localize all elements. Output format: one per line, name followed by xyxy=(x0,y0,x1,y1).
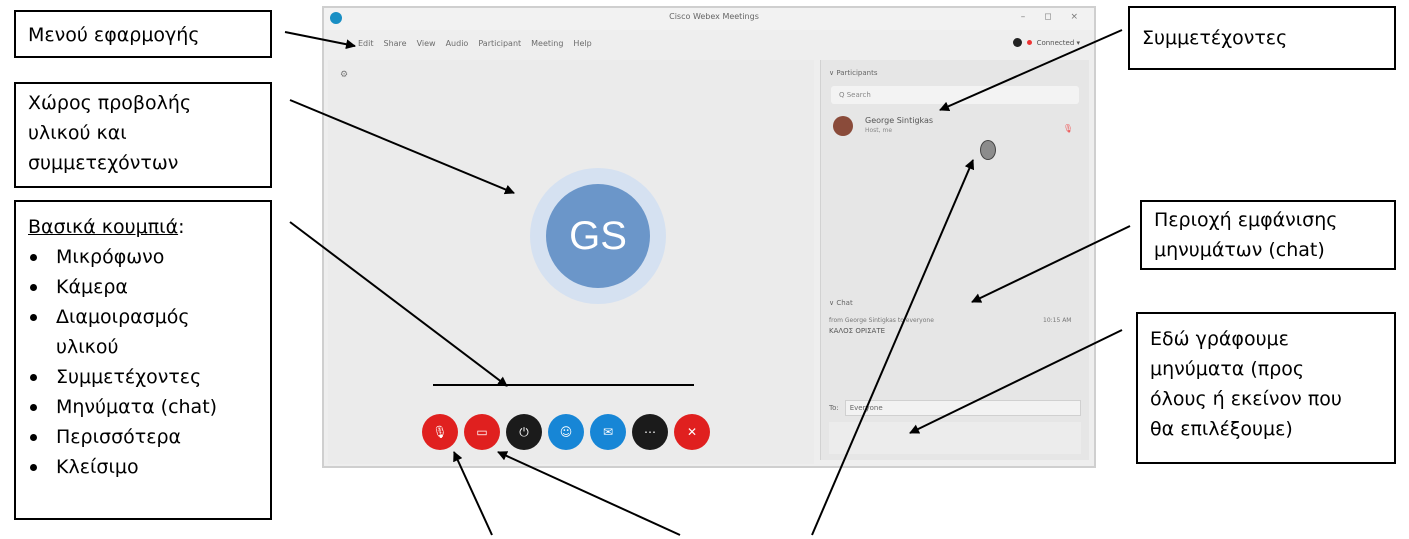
arrow-participants xyxy=(939,29,1123,111)
arrow-app-menu xyxy=(284,31,356,50)
arrow-chat-area xyxy=(971,225,1131,303)
annotation-arrows xyxy=(284,29,1131,536)
arrow-oval xyxy=(811,159,975,536)
arrow-video xyxy=(497,451,681,536)
arrow-buttons-bar xyxy=(289,221,508,387)
arrow-mute xyxy=(453,451,493,536)
arrow-content-area xyxy=(289,99,515,195)
arrow-compose xyxy=(909,329,1123,434)
